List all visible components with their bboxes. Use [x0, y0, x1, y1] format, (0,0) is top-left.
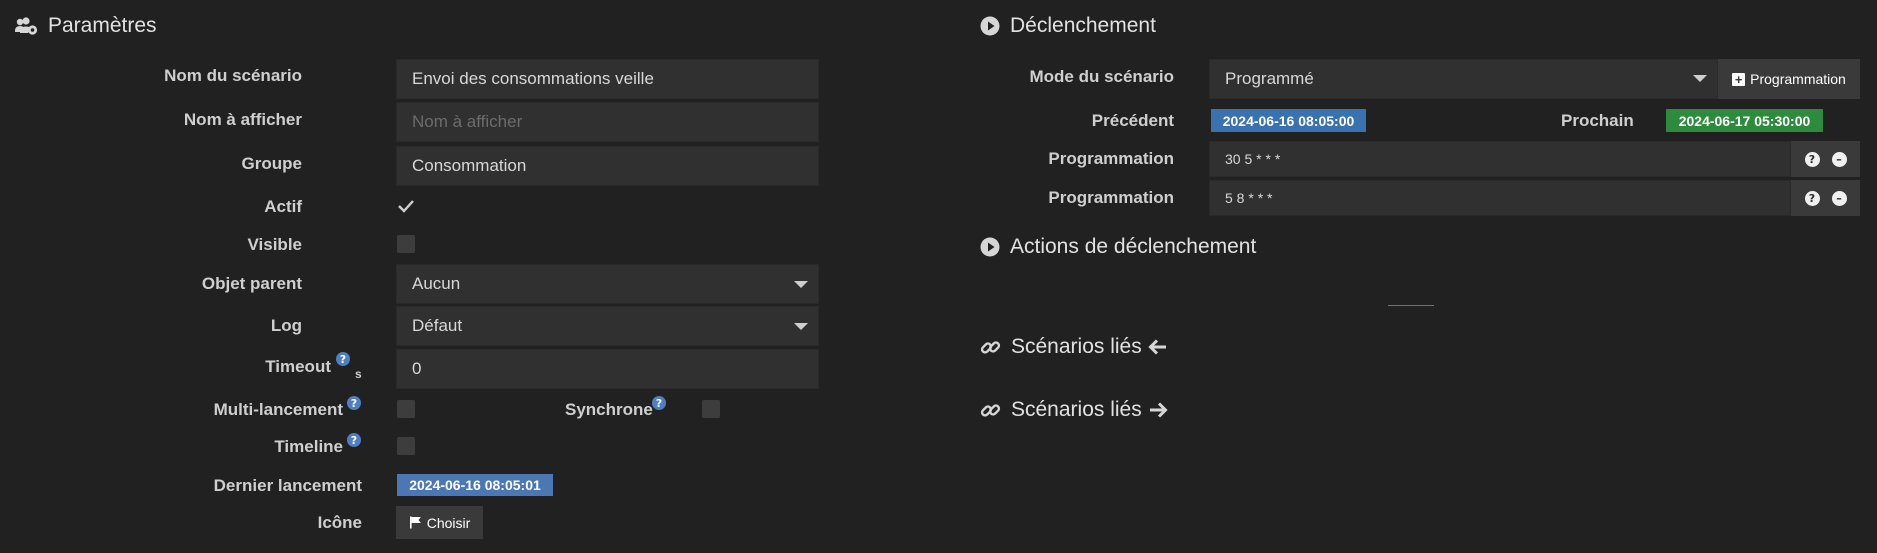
- timeout-label: Timeout: [265, 357, 331, 376]
- schedule-actions: ? –: [1791, 180, 1860, 216]
- linked-out-title: Scénarios liés: [1011, 398, 1142, 421]
- choose-icon-button[interactable]: Choisir: [396, 506, 483, 539]
- scenario-name-value: Envoi des consommations veille: [412, 69, 654, 88]
- arrow-left-icon: [1148, 338, 1168, 356]
- scenario-mode-value: Programmé: [1225, 69, 1314, 88]
- display-name-placeholder: Nom à afficher: [412, 112, 523, 131]
- schedule-label: Programmation: [1048, 188, 1174, 207]
- log-label: Log: [270, 316, 302, 335]
- add-programmation-button[interactable]: + Programmation: [1718, 59, 1860, 99]
- remove-icon[interactable]: –: [1831, 190, 1847, 206]
- previous-label: Précédent: [1091, 111, 1174, 130]
- choose-icon-label: Choisir: [426, 514, 471, 531]
- linked-in-section-title: Scénarios liés: [980, 335, 1168, 359]
- scenario-mode-label: Mode du scénario: [1029, 67, 1174, 86]
- schedule-value: 5 8 * * *: [1225, 190, 1273, 206]
- schedule-label: Programmation: [1048, 149, 1174, 168]
- group-value: Consommation: [412, 156, 527, 175]
- scenario-name-input[interactable]: Envoi des consommations veille: [396, 59, 819, 99]
- parent-object-label: Objet parent: [201, 274, 302, 293]
- loading-divider: [1388, 305, 1434, 306]
- log-value: Défaut: [412, 316, 463, 335]
- plus-square-icon: +: [1732, 72, 1746, 87]
- timeout-input[interactable]: 0: [396, 349, 819, 389]
- scenario-mode-select[interactable]: Programmé: [1209, 59, 1718, 99]
- schedule-actions: ? –: [1791, 141, 1860, 177]
- timeline-checkbox[interactable]: [397, 437, 415, 455]
- play-circle-icon: [980, 16, 1000, 36]
- log-select[interactable]: Défaut: [396, 306, 819, 346]
- help-icon[interactable]: ?: [1804, 151, 1820, 167]
- actions-section-title: Actions de déclenchement: [980, 235, 1256, 259]
- next-badge: 2024-06-17 05:30:00: [1666, 109, 1823, 132]
- last-run-label: Dernier lancement: [213, 476, 362, 495]
- active-checkbox[interactable]: [397, 197, 415, 215]
- active-label: Actif: [264, 197, 302, 216]
- sync-checkbox[interactable]: [702, 400, 720, 418]
- group-input[interactable]: Consommation: [396, 146, 819, 186]
- multi-launch-checkbox[interactable]: [397, 400, 415, 418]
- timeout-value: 0: [412, 359, 422, 378]
- add-programmation-label: Programmation: [1750, 71, 1846, 87]
- sync-label: Synchrone: [565, 400, 653, 419]
- help-icon[interactable]: ?: [336, 352, 350, 366]
- users-cog-icon: [14, 17, 38, 35]
- last-run-badge: 2024-06-16 08:05:01: [397, 474, 553, 496]
- scenario-name-label: Nom du scénario: [164, 66, 302, 85]
- schedule-input[interactable]: 30 5 * * *: [1209, 141, 1791, 177]
- icon-label: Icône: [317, 513, 362, 532]
- chevron-down-icon: [794, 323, 808, 330]
- group-label: Groupe: [241, 154, 302, 173]
- display-name-input[interactable]: Nom à afficher: [396, 102, 819, 142]
- timeout-unit: s: [355, 367, 362, 381]
- schedule-input[interactable]: 5 8 * * *: [1209, 180, 1791, 216]
- help-icon[interactable]: ?: [347, 396, 361, 410]
- linked-out-section-title: Scénarios liés: [980, 398, 1168, 422]
- params-section-title: Paramètres: [14, 14, 157, 38]
- parent-object-select[interactable]: Aucun: [396, 264, 819, 304]
- previous-value: 2024-06-16 08:05:00: [1222, 112, 1355, 129]
- help-icon[interactable]: ?: [652, 396, 666, 410]
- chevron-down-icon: [1693, 75, 1707, 82]
- next-label: Prochain: [1561, 111, 1634, 130]
- linked-in-title: Scénarios liés: [1011, 335, 1142, 358]
- params-title: Paramètres: [48, 14, 157, 37]
- display-name-label: Nom à afficher: [183, 110, 302, 129]
- link-icon: [980, 400, 1001, 421]
- trigger-title: Déclenchement: [1010, 14, 1156, 37]
- trigger-section-title: Déclenchement: [980, 14, 1156, 38]
- play-circle-icon: [980, 237, 1000, 257]
- chevron-down-icon: [794, 281, 808, 288]
- timeline-label: Timeline: [274, 437, 343, 456]
- flag-icon: [409, 516, 421, 529]
- remove-icon[interactable]: –: [1831, 151, 1847, 167]
- last-run-value: 2024-06-16 08:05:01: [409, 477, 541, 493]
- visible-label: Visible: [247, 235, 303, 254]
- help-icon[interactable]: ?: [1804, 190, 1820, 206]
- next-value: 2024-06-17 05:30:00: [1678, 112, 1811, 129]
- check-icon: [398, 200, 414, 213]
- previous-badge: 2024-06-16 08:05:00: [1211, 109, 1366, 132]
- help-icon[interactable]: ?: [347, 433, 361, 447]
- link-icon: [980, 337, 1001, 358]
- visible-checkbox[interactable]: [397, 235, 415, 253]
- schedule-value: 30 5 * * *: [1225, 151, 1281, 167]
- multi-launch-label: Multi-lancement: [213, 400, 343, 419]
- parent-object-value: Aucun: [412, 274, 461, 293]
- arrow-right-icon: [1148, 401, 1168, 419]
- actions-title: Actions de déclenchement: [1010, 235, 1257, 258]
